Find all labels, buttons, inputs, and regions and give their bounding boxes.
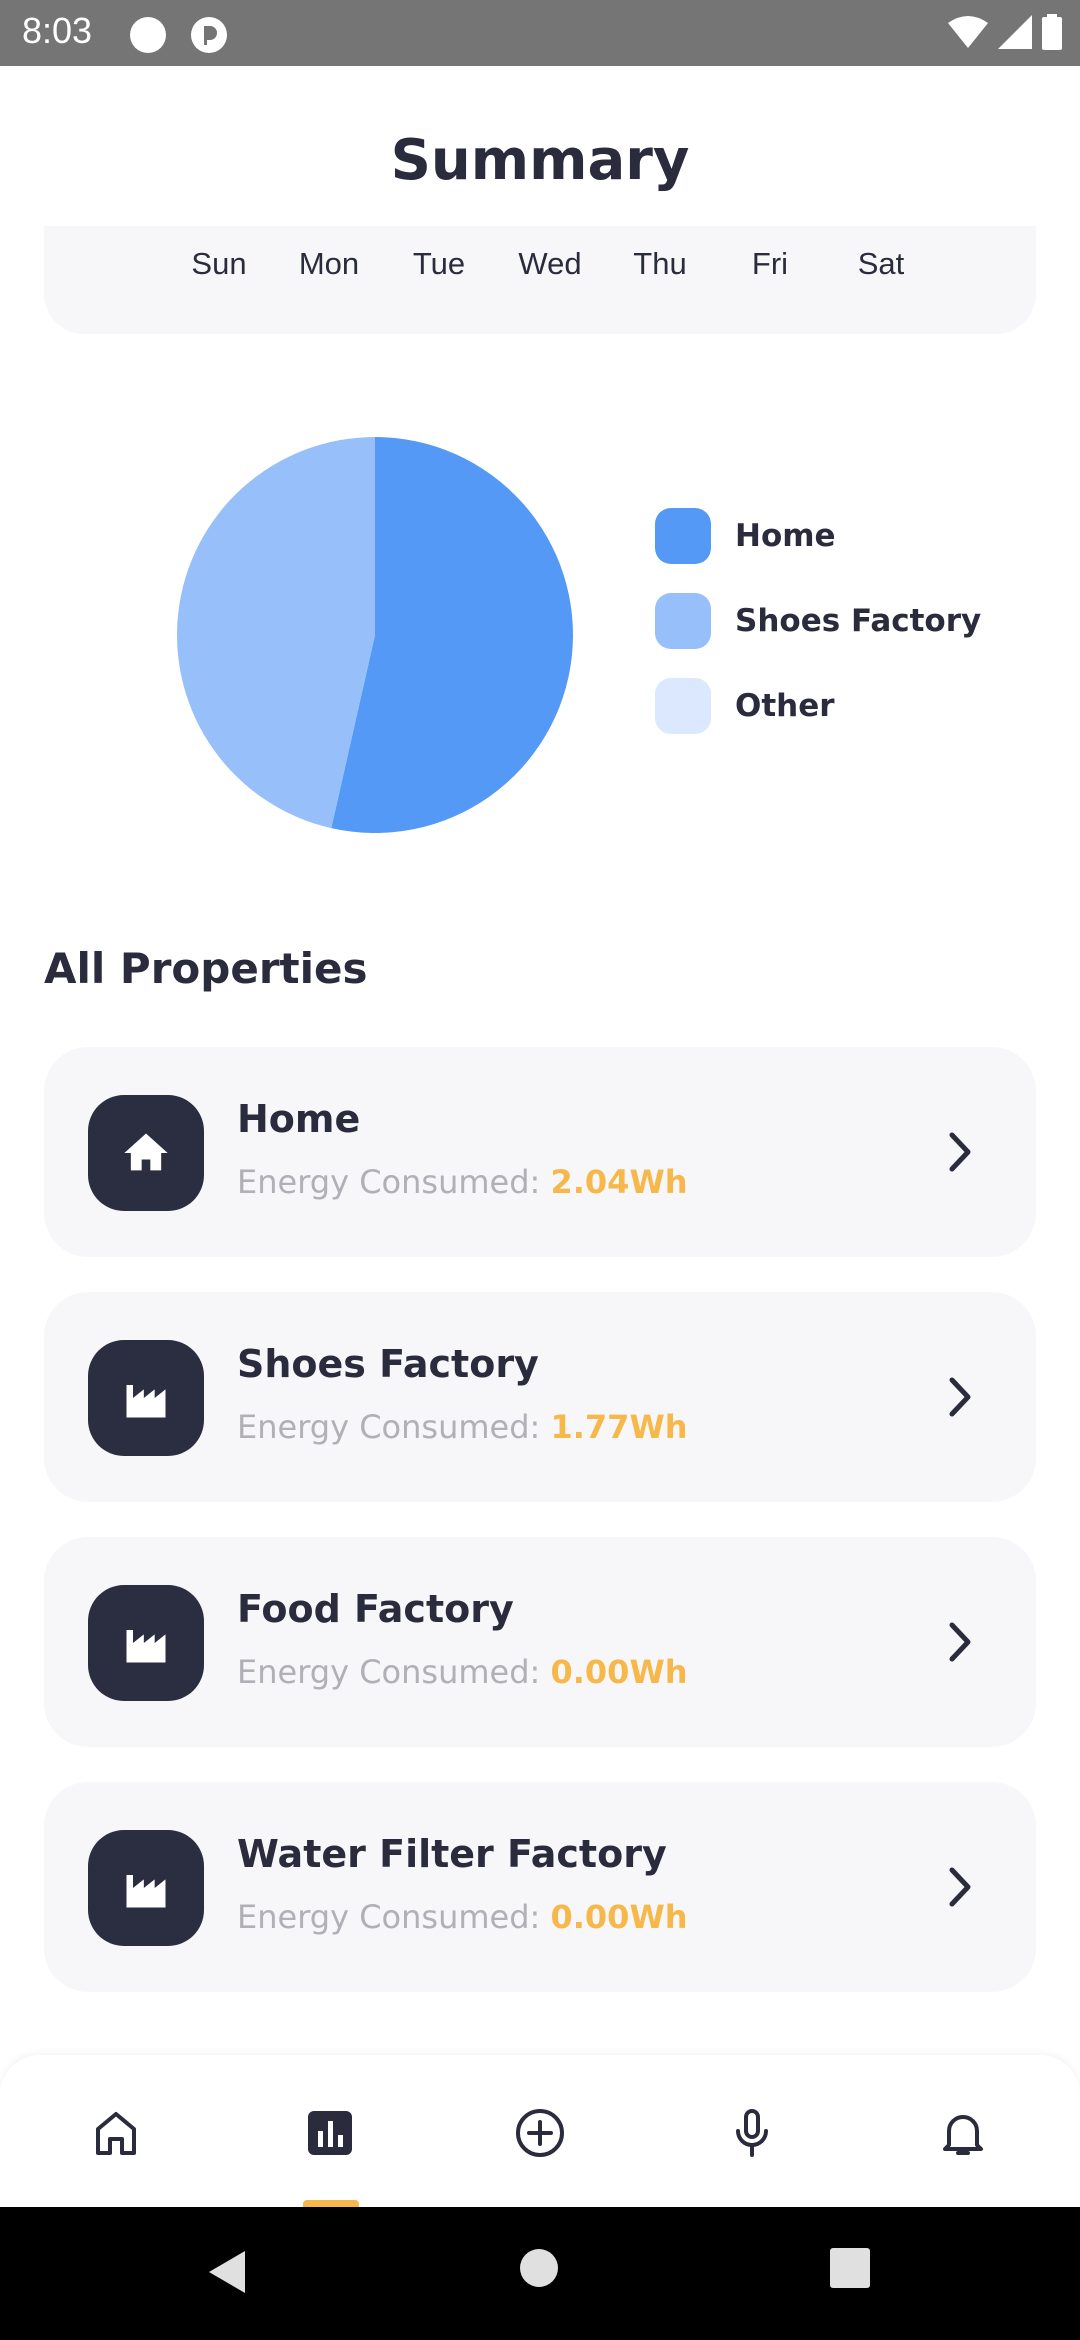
- day-mon[interactable]: Mon: [299, 246, 359, 282]
- legend-label: Shoes Factory: [735, 603, 982, 639]
- notification-icon: [191, 17, 227, 53]
- system-navigation-bar: [0, 2207, 1080, 2340]
- chevron-right-icon: [949, 1867, 971, 1907]
- day-tue[interactable]: Tue: [413, 246, 465, 282]
- status-bar: 8:03: [0, 0, 1080, 66]
- legend-item-other: Other: [655, 678, 981, 734]
- legend-label: Home: [735, 518, 836, 554]
- property-card-water-filter-factory[interactable]: Water Filter Factory Energy Consumed: 0.…: [44, 1782, 1036, 1992]
- property-card-home[interactable]: Home Energy Consumed: 2.04Wh: [44, 1047, 1036, 1257]
- home-icon[interactable]: [88, 2105, 144, 2161]
- pie-svg: [176, 437, 573, 833]
- legend-swatch: [655, 678, 711, 734]
- stats-icon[interactable]: [302, 2105, 358, 2161]
- property-energy: Energy Consumed: 0.00Wh: [237, 1653, 688, 1691]
- chevron-right-icon: [949, 1622, 971, 1662]
- add-icon[interactable]: [512, 2105, 568, 2161]
- chevron-right-icon: [949, 1377, 971, 1417]
- legend-swatch: [655, 593, 711, 649]
- legend-item-shoes-factory: Shoes Factory: [655, 593, 981, 649]
- property-name: Water Filter Factory: [237, 1832, 667, 1876]
- energy-value: 0.00Wh: [550, 1653, 688, 1691]
- bell-icon[interactable]: [935, 2105, 991, 2161]
- property-card-shoes-factory[interactable]: Shoes Factory Energy Consumed: 1.77Wh: [44, 1292, 1036, 1502]
- back-icon[interactable]: [205, 2247, 251, 2297]
- day-fri[interactable]: Fri: [752, 246, 788, 282]
- day-selector: Sun Mon Tue Wed Thu Fri Sat: [44, 226, 1036, 334]
- home-button-icon[interactable]: [518, 2247, 560, 2289]
- property-name: Shoes Factory: [237, 1342, 539, 1386]
- status-time: 8:03: [22, 10, 93, 51]
- factory-icon: [88, 1830, 204, 1946]
- section-title: All Properties: [44, 944, 368, 993]
- legend-label: Other: [735, 688, 835, 724]
- notification-icon: [130, 17, 166, 53]
- factory-icon: [88, 1340, 204, 1456]
- property-name: Home: [237, 1097, 361, 1141]
- day-sat[interactable]: Sat: [858, 246, 905, 282]
- day-wed[interactable]: Wed: [518, 246, 581, 282]
- chevron-right-icon: [949, 1132, 971, 1172]
- bottom-navigation: [0, 2055, 1080, 2208]
- property-energy: Energy Consumed: 1.77Wh: [237, 1408, 688, 1446]
- energy-value: 1.77Wh: [550, 1408, 688, 1446]
- legend-item-home: Home: [655, 508, 981, 564]
- battery-icon: [1042, 14, 1062, 50]
- day-thu[interactable]: Thu: [633, 246, 686, 282]
- energy-pie-chart: [175, 435, 575, 835]
- property-energy: Energy Consumed: 0.00Wh: [237, 1898, 688, 1936]
- recents-icon[interactable]: [829, 2247, 871, 2289]
- property-energy: Energy Consumed: 2.04Wh: [237, 1163, 688, 1201]
- property-name: Food Factory: [237, 1587, 514, 1631]
- property-card-food-factory[interactable]: Food Factory Energy Consumed: 0.00Wh: [44, 1537, 1036, 1747]
- signal-icon: [998, 15, 1032, 49]
- energy-value: 0.00Wh: [550, 1898, 688, 1936]
- chart-legend: Home Shoes Factory Other: [655, 508, 981, 763]
- day-sun[interactable]: Sun: [191, 246, 246, 282]
- energy-value: 2.04Wh: [550, 1163, 688, 1201]
- legend-swatch: [655, 508, 711, 564]
- factory-icon: [88, 1585, 204, 1701]
- page-title: Summary: [390, 128, 690, 193]
- wifi-icon: [948, 16, 988, 48]
- mic-icon[interactable]: [724, 2105, 780, 2161]
- home-icon: [88, 1095, 204, 1211]
